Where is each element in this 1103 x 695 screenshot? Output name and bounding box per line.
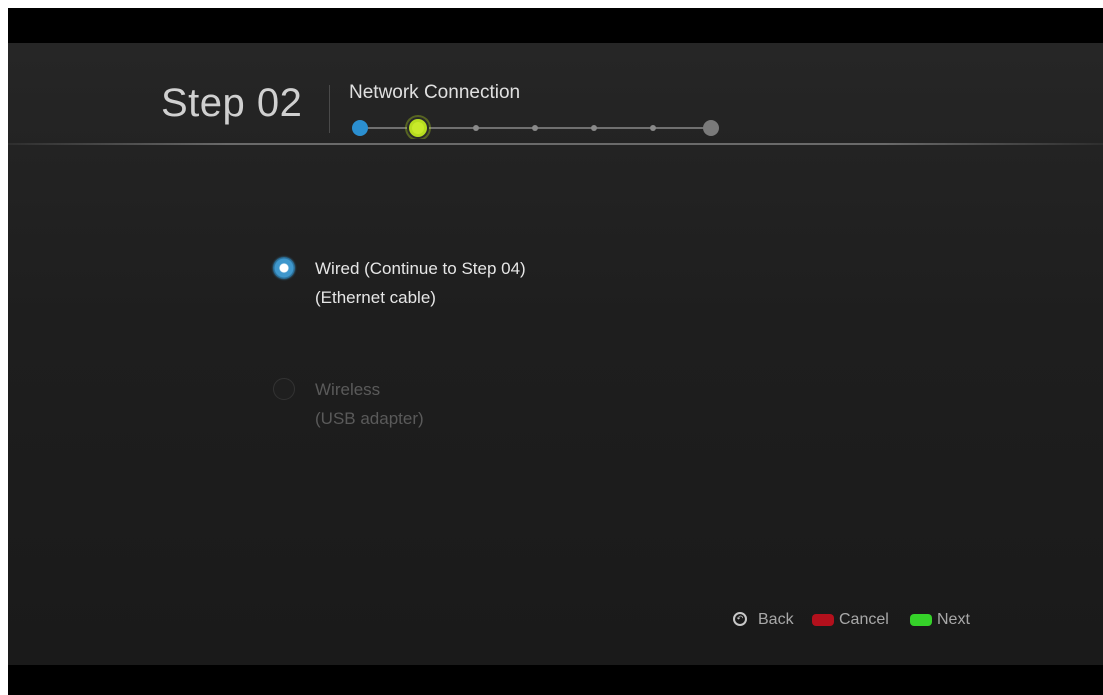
header-divider — [329, 85, 330, 133]
back-label: Back — [758, 611, 794, 628]
option-wired-label: Wired (Continue to Step 04) — [315, 259, 526, 278]
option-wired-sublabel: (Ethernet cable) — [315, 288, 436, 307]
progress-step-6 — [650, 125, 656, 131]
progress-step-2-core — [412, 122, 424, 134]
green-key-icon — [910, 614, 932, 626]
cancel-label: Cancel — [839, 611, 889, 628]
header-separator — [8, 143, 1103, 145]
progress-step-3 — [473, 125, 479, 131]
progress-step-7-final — [703, 120, 719, 136]
step-number: Step 02 — [161, 81, 303, 125]
setup-wizard-screen: Step 02 Network Connection Wired (Contin… — [8, 43, 1103, 665]
step-title: Network Connection — [349, 82, 521, 103]
option-wireless-sublabel: (USB adapter) — [315, 409, 424, 428]
next-label: Next — [937, 611, 970, 628]
radio-selected-icon[interactable] — [273, 257, 295, 279]
back-button-icon: ↶ — [733, 612, 747, 626]
progress-step-4 — [532, 125, 538, 131]
radio-unselected-icon[interactable] — [273, 378, 295, 400]
progress-step-1-completed — [352, 120, 368, 136]
red-key-icon — [812, 614, 834, 626]
option-wired[interactable]: Wired (Continue to Step 04) (Ethernet ca… — [273, 254, 693, 320]
tv-frame: Step 02 Network Connection Wired (Contin… — [8, 8, 1103, 695]
option-wireless-label: Wireless — [315, 380, 381, 399]
progress-step-5 — [591, 125, 597, 131]
option-wireless[interactable]: Wireless (USB adapter) — [273, 375, 693, 441]
step-progress-indicator — [352, 115, 719, 139]
